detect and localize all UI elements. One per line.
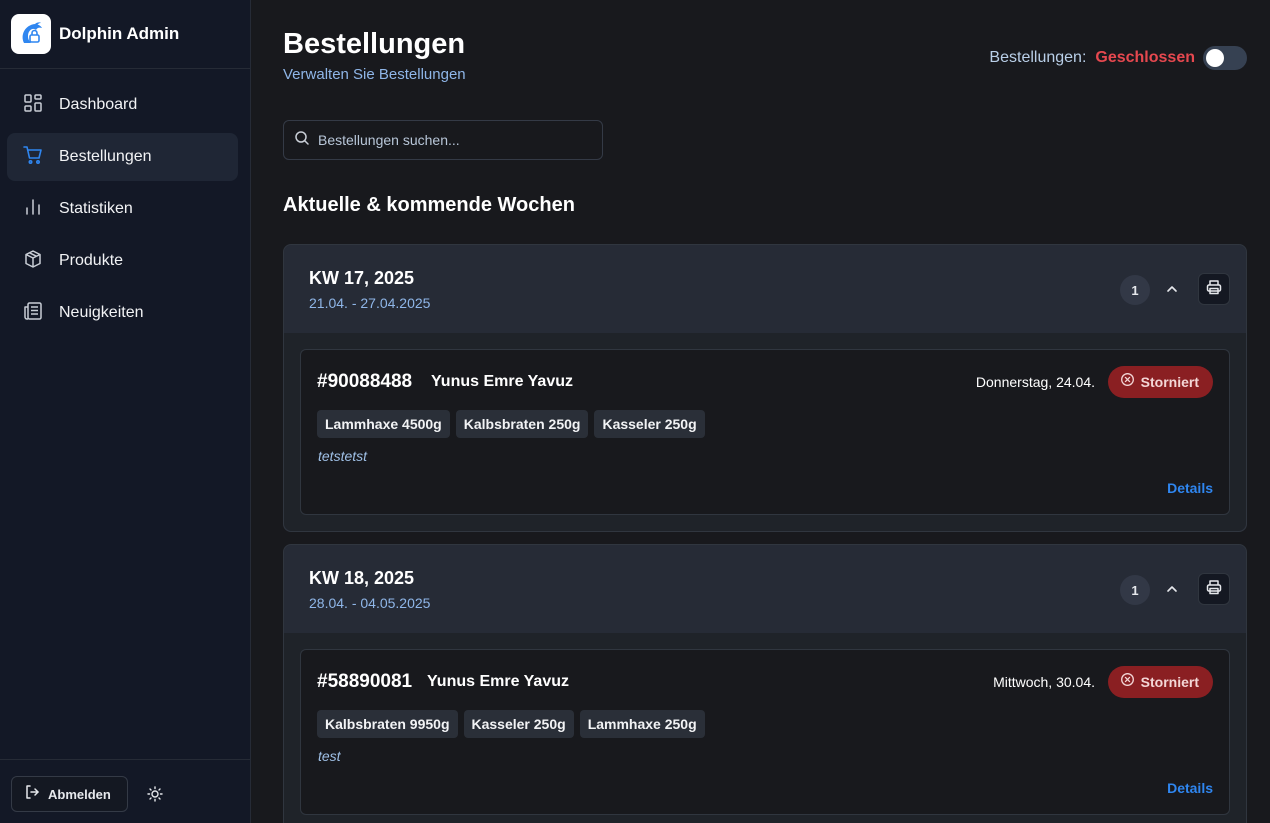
order-count-badge: 1: [1120, 275, 1150, 305]
item-chip: Kasseler 250g: [463, 710, 574, 738]
order-status-value: Geschlossen: [1095, 49, 1195, 66]
toggle-knob: [1206, 49, 1224, 67]
shopping-cart-icon: [23, 145, 43, 170]
printer-icon: [1206, 279, 1222, 300]
order-note: test: [318, 748, 341, 764]
app-name: Dolphin Admin: [59, 24, 180, 43]
order-items: Kalbsbraten 9950g Kasseler 250g Lammhaxe…: [317, 710, 711, 738]
order-date: Donnerstag, 24.04.: [975, 374, 1095, 390]
order-number: #58890081: [317, 671, 413, 692]
logout-label: Abmelden: [48, 786, 111, 802]
week-date-range: 28.04. - 04.05.2025: [309, 595, 431, 611]
print-button[interactable]: [1198, 573, 1230, 605]
item-chip: Kalbsbraten 9950g: [317, 710, 458, 738]
package-icon: [23, 249, 43, 274]
customer-name: Yunus Emre Yavuz: [427, 673, 569, 690]
order-status-label: Bestellungen:: [989, 49, 1087, 66]
sun-icon[interactable]: [145, 784, 165, 804]
search-input[interactable]: [318, 132, 588, 148]
brand: Dolphin Admin: [0, 0, 250, 69]
order-status: Bestellungen: Geschlossen: [989, 46, 1247, 70]
search-icon: [294, 130, 310, 151]
order-card: #58890081 Yunus Emre Yavuz Mittwoch, 30.…: [300, 649, 1230, 815]
newspaper-icon: [23, 301, 43, 326]
chevron-up-icon[interactable]: [1161, 578, 1183, 600]
week-header[interactable]: KW 18, 2025 28.04. - 04.05.2025 1: [284, 545, 1246, 633]
page-subtitle: Verwalten Sie Bestellungen: [283, 66, 466, 83]
customer-name: Yunus Emre Yavuz: [431, 373, 573, 390]
logout-button[interactable]: Abmelden: [11, 776, 128, 812]
sidebar-item-label: Dashboard: [59, 96, 138, 113]
orders-open-toggle[interactable]: [1203, 46, 1247, 70]
order-date: Mittwoch, 30.04.: [993, 674, 1095, 690]
order-card: #90088488 Yunus Emre Yavuz Donnerstag, 2…: [300, 349, 1230, 515]
week-title: KW 17, 2025: [309, 268, 415, 288]
sidebar-item-label: Produkte: [59, 252, 124, 269]
sidebar-item-dashboard[interactable]: Dashboard: [7, 81, 238, 129]
page-title: Bestellungen: [283, 28, 466, 60]
order-note: tetstetst: [318, 448, 368, 464]
order-items: Lammhaxe 4500g Kalbsbraten 250g Kasseler…: [317, 410, 711, 438]
log-out-icon: [24, 784, 40, 805]
order-number: #90088488: [317, 371, 413, 392]
sidebar-item-label: Bestellungen: [59, 148, 152, 165]
week-card: KW 18, 2025 28.04. - 04.05.2025 1 #58890…: [283, 544, 1247, 823]
main-content: Bestellungen Verwalten Sie Bestellungen …: [251, 0, 1270, 823]
bar-chart-icon: [23, 197, 43, 222]
search-box: [283, 120, 603, 160]
status-text: Storniert: [1140, 674, 1199, 690]
item-chip: Kasseler 250g: [594, 410, 705, 438]
week-orders: #58890081 Yunus Emre Yavuz Mittwoch, 30.…: [284, 633, 1246, 823]
sidebar-item-label: Neuigkeiten: [59, 304, 144, 321]
section-title: Aktuelle & kommende Wochen: [283, 194, 575, 216]
order-count-badge: 1: [1120, 575, 1150, 605]
week-date-range: 21.04. - 27.04.2025: [309, 295, 431, 311]
week-header[interactable]: KW 17, 2025 21.04. - 27.04.2025 1: [284, 245, 1246, 333]
chevron-up-icon[interactable]: [1161, 278, 1183, 300]
printer-icon: [1206, 579, 1222, 600]
status-text: Storniert: [1140, 374, 1199, 390]
sidebar-item-bestellungen[interactable]: Bestellungen: [7, 133, 238, 181]
item-chip: Kalbsbraten 250g: [455, 410, 589, 438]
x-circle-icon: [1120, 672, 1135, 692]
item-chip: Lammhaxe 4500g: [317, 410, 450, 438]
sidebar-item-produkte[interactable]: Produkte: [7, 237, 238, 285]
sidebar-item-label: Statistiken: [59, 200, 133, 217]
details-link[interactable]: Details: [1167, 780, 1213, 796]
week-card: KW 17, 2025 21.04. - 27.04.2025 1 #90088…: [283, 244, 1247, 532]
x-circle-icon: [1120, 372, 1135, 392]
sidebar-item-statistiken[interactable]: Statistiken: [7, 185, 238, 233]
details-link[interactable]: Details: [1167, 480, 1213, 496]
status-badge[interactable]: Storniert: [1107, 366, 1213, 398]
layout-grid-icon: [23, 93, 43, 118]
status-badge[interactable]: Storniert: [1107, 666, 1213, 698]
sidebar-nav: Dashboard Bestellungen Statistiken Produ…: [7, 81, 238, 341]
week-title: KW 18, 2025: [309, 568, 415, 588]
dolphin-logo-icon: [11, 14, 51, 54]
sidebar-item-neuigkeiten[interactable]: Neuigkeiten: [7, 289, 238, 337]
item-chip: Lammhaxe 250g: [579, 710, 705, 738]
print-button[interactable]: [1198, 273, 1230, 305]
week-orders: #90088488 Yunus Emre Yavuz Donnerstag, 2…: [284, 333, 1246, 531]
sidebar-footer: Abmelden: [0, 759, 250, 823]
sidebar: Dolphin Admin Dashboard Bestellungen Sta…: [0, 0, 251, 823]
